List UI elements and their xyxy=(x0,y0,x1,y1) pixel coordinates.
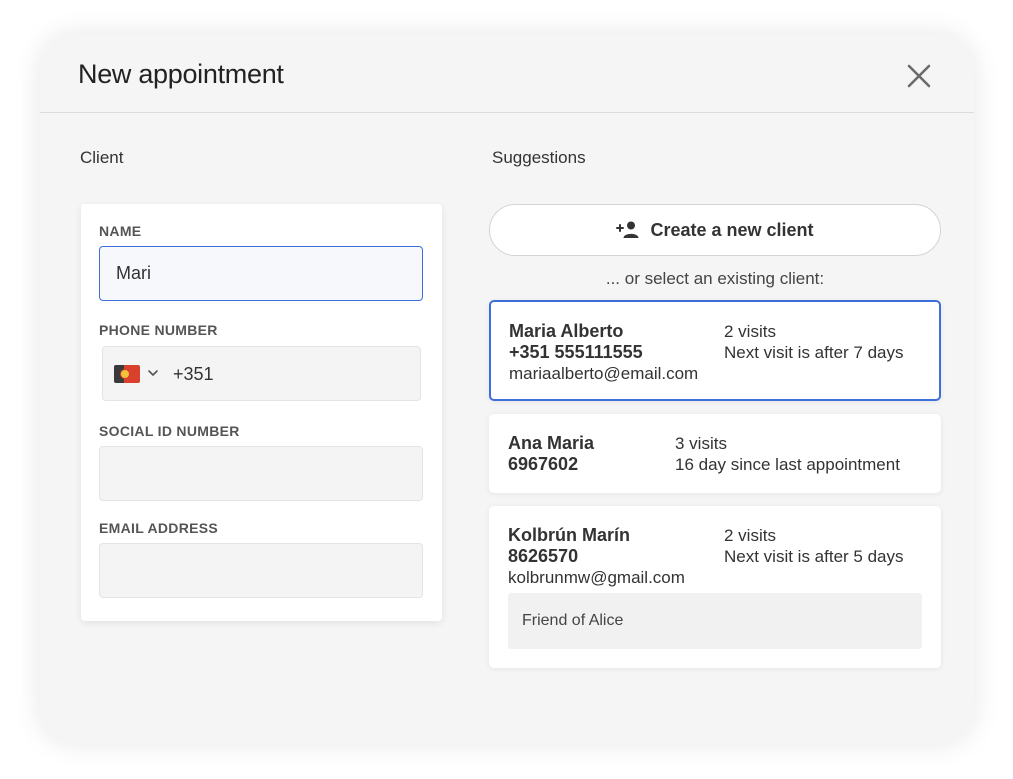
social-id-label: SOCIAL ID NUMBER xyxy=(99,423,240,439)
suggestion-name: Ana Maria xyxy=(508,433,595,453)
phone-country-code: +351 xyxy=(173,364,214,384)
dialog-header: New appointment xyxy=(40,35,974,113)
suggestion-email: kolbrunmw@gmail.com xyxy=(508,568,685,587)
create-new-client-label: Create a new client xyxy=(650,219,814,240)
social-id-input[interactable] xyxy=(99,446,423,501)
suggestion-status: Next visit is after 5 days xyxy=(724,547,904,566)
suggestion-card-maria-alberto[interactable]: Maria Alberto +351 555111555 mariaalbert… xyxy=(489,300,941,401)
chevron-down-icon[interactable] xyxy=(147,367,159,379)
create-new-client-button[interactable]: Create a new client xyxy=(489,204,941,256)
suggestions-section-label: Suggestions xyxy=(492,148,586,167)
new-appointment-dialog: New appointment Client NAME PHONE NUMBER… xyxy=(40,35,974,743)
select-existing-hint: ... or select an existing client: xyxy=(605,269,825,288)
add-person-icon xyxy=(616,221,639,238)
suggestion-name: Kolbrún Marín xyxy=(508,525,630,545)
suggestion-email: mariaalberto@email.com xyxy=(509,364,699,383)
suggestion-visits: 3 visits xyxy=(675,434,727,453)
name-label: NAME xyxy=(99,223,142,239)
phone-label: PHONE NUMBER xyxy=(99,322,218,338)
suggestion-visits: 2 visits xyxy=(724,322,776,341)
suggestion-phone: 6967602 xyxy=(508,454,579,474)
client-section-label: Client xyxy=(80,148,124,167)
name-input[interactable] xyxy=(99,246,423,301)
suggestion-phone: 8626570 xyxy=(508,546,579,566)
phone-input[interactable]: +351 xyxy=(102,346,421,401)
close-icon xyxy=(907,64,931,88)
close-button[interactable] xyxy=(902,59,936,93)
dialog-title: New appointment xyxy=(78,59,284,89)
email-input[interactable] xyxy=(99,543,423,598)
suggestion-note: Friend of Alice xyxy=(508,593,922,649)
suggestion-card-kolbrun-marin[interactable]: Kolbrún Marín 8626570 kolbrunmw@gmail.co… xyxy=(489,506,941,668)
portugal-flag-icon xyxy=(114,365,140,383)
suggestion-card-ana-maria[interactable]: Ana Maria 6967602 3 visits 16 day since … xyxy=(489,414,941,493)
suggestion-status: Next visit is after 7 days xyxy=(724,343,904,362)
suggestion-visits: 2 visits xyxy=(724,526,776,545)
email-label: EMAIL ADDRESS xyxy=(99,520,219,536)
suggestion-phone: +351 555111555 xyxy=(509,342,643,362)
suggestion-name: Maria Alberto xyxy=(509,321,624,341)
client-form: NAME PHONE NUMBER +351 SOCIAL ID NUMBER … xyxy=(81,204,442,621)
suggestion-status: 16 day since last appointment xyxy=(675,455,900,474)
